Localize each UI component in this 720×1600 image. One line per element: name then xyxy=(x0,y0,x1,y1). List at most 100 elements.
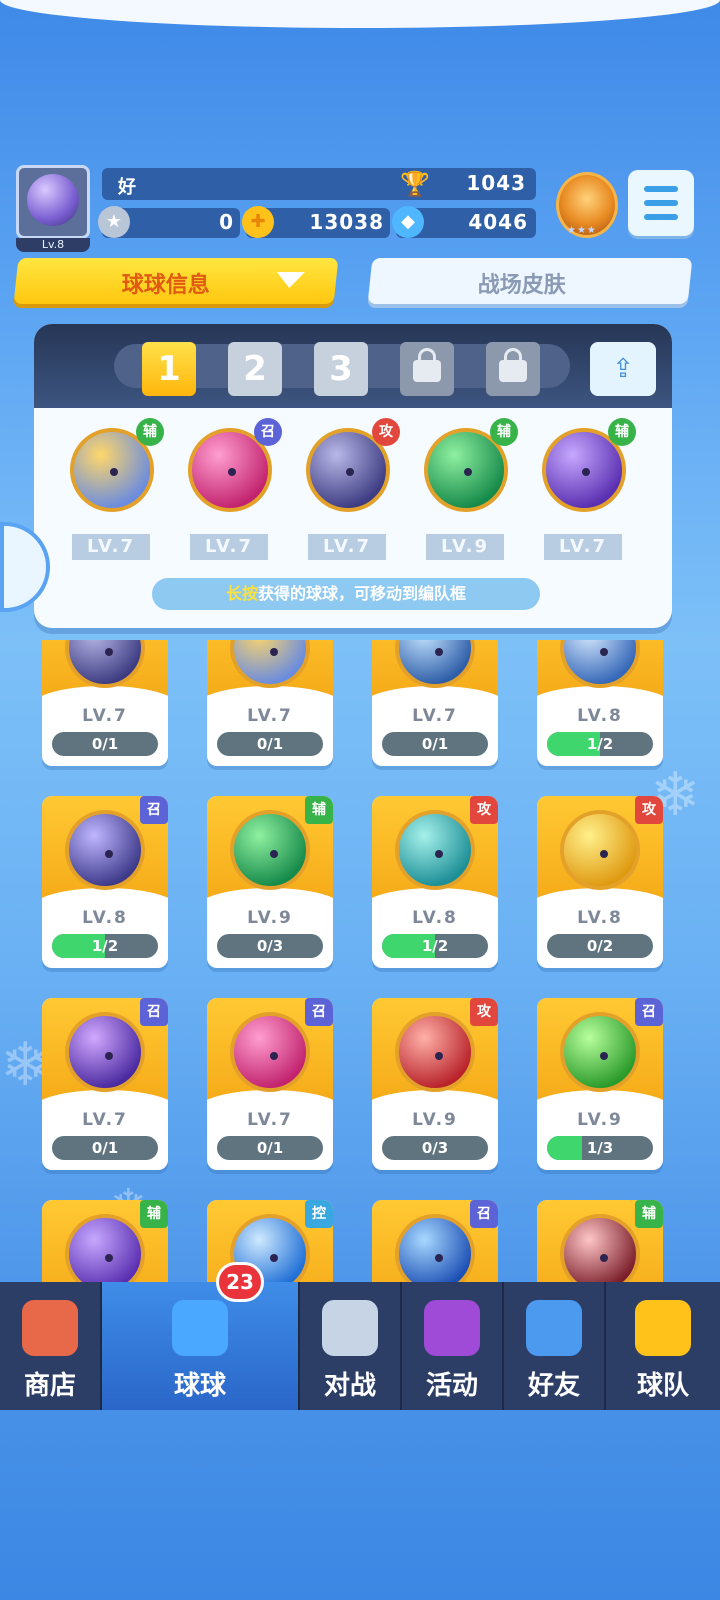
ball-type-badge: 辅 xyxy=(490,418,518,446)
team-slot-locked[interactable] xyxy=(400,342,454,396)
upgrade-progress-bar: 0/1 xyxy=(217,1136,323,1160)
team-panel: 1 2 3 ⇪ 辅 LV.7 召 LV.7 攻 LV.7 辅 LV.9 辅 LV.7 长按获得的球… xyxy=(34,324,672,628)
ball-type-badge: 攻 xyxy=(470,998,498,1026)
nav-swords[interactable]: 对战 xyxy=(300,1282,402,1410)
team-slot-3[interactable]: 3 xyxy=(314,342,368,396)
tab-ball-info-label: 球球信息 xyxy=(121,273,210,298)
team-slot-1[interactable]: 1 xyxy=(142,342,196,396)
team-slot-2[interactable]: 2 xyxy=(228,342,282,396)
tab-battle-skins[interactable]: 战场皮肤 xyxy=(367,258,693,304)
upgrade-progress-text: 0/1 xyxy=(256,735,284,753)
upgrade-progress-bar: 0/1 xyxy=(217,732,323,756)
ball-collection: LV.7 0/1 LV.7 0/1 LV.7 0/1 LV.8 1/2 召 LV.8 1/2 辅 LV.… xyxy=(0,640,720,1282)
coin-icon: ✚ xyxy=(242,206,274,238)
ball-card[interactable]: 辅 xyxy=(537,1200,663,1282)
ball-level-label: LV.8 xyxy=(82,908,128,928)
upgrade-progress-text: 0/1 xyxy=(91,735,119,753)
coin-count: 13038 xyxy=(309,210,384,234)
upgrade-progress-text: 1/2 xyxy=(586,735,614,753)
nav-friends[interactable]: 好友 xyxy=(504,1282,606,1410)
upgrade-progress-bar: 1/2 xyxy=(52,934,158,958)
upgrade-progress-bar: 0/1 xyxy=(52,732,158,756)
party-popper-icon xyxy=(424,1300,480,1356)
upgrade-progress-text: 1/2 xyxy=(91,937,119,955)
ball-level-label: LV.9 xyxy=(247,908,293,928)
ball-card[interactable]: 召 LV.7 0/1 xyxy=(207,998,333,1170)
ball-icon xyxy=(230,1012,310,1092)
ball-type-badge: 召 xyxy=(305,998,333,1026)
ball-level-label: LV.7 xyxy=(544,534,622,560)
nav-label: 球球 xyxy=(173,1371,226,1401)
ball-icon xyxy=(395,1012,475,1092)
star-currency[interactable]: ★ 0 xyxy=(98,206,240,238)
ball-type-badge: 召 xyxy=(635,998,663,1026)
ball-card[interactable]: LV.7 0/1 xyxy=(372,640,498,766)
upgrade-progress-text: 1/3 xyxy=(586,1139,614,1157)
ball-type-badge: 召 xyxy=(140,796,168,824)
upgrade-progress-text: 0/1 xyxy=(91,1139,119,1157)
upgrade-progress-text: 0/3 xyxy=(421,1139,449,1157)
upgrade-progress-bar: 0/3 xyxy=(382,1136,488,1160)
ball-card[interactable]: 攻 LV.9 0/3 xyxy=(372,998,498,1170)
ball-level-label: LV.9 xyxy=(577,1110,623,1130)
ball-card[interactable]: 攻 LV.8 0/2 xyxy=(537,796,663,968)
ball-card[interactable]: LV.7 0/1 xyxy=(42,640,168,766)
rank-badge-icon[interactable]: ★★★ xyxy=(556,172,618,238)
nav-balls[interactable]: 球球 xyxy=(102,1282,300,1410)
ball-type-badge: 攻 xyxy=(635,796,663,824)
ball-level-label: LV.9 xyxy=(412,1110,458,1130)
shop-icon xyxy=(22,1300,78,1356)
share-icon: ⇪ xyxy=(612,354,634,384)
nav-label: 球队 xyxy=(636,1371,689,1401)
ball-card[interactable]: 辅 LV.9 0/3 xyxy=(207,796,333,968)
ball-type-badge: 辅 xyxy=(635,1200,663,1228)
ball-card[interactable]: 召 LV.8 1/2 xyxy=(42,796,168,968)
gem-currency[interactable]: ◆ 4046 xyxy=(392,206,536,238)
coin-currency[interactable]: ✚ 13038 xyxy=(242,206,390,238)
ball-card[interactable]: LV.7 0/1 xyxy=(207,640,333,766)
upgrade-progress-bar: 1/2 xyxy=(382,934,488,958)
balls-icon xyxy=(172,1300,228,1356)
ball-type-badge: 召 xyxy=(254,418,282,446)
upgrade-progress-text: 0/3 xyxy=(256,937,284,955)
swords-icon xyxy=(322,1300,378,1356)
ball-card[interactable]: 辅 xyxy=(42,1200,168,1282)
ball-card[interactable]: 召 xyxy=(372,1200,498,1282)
nav-party-popper[interactable]: 活动 xyxy=(402,1282,504,1410)
hint-text: 长按获得的球球，可移动到编队框 xyxy=(152,578,540,610)
nav-label: 好友 xyxy=(527,1371,580,1401)
ball-level-label: LV.8 xyxy=(412,908,458,928)
ball-level-label: LV.9 xyxy=(426,534,504,560)
bottom-nav: 商店 球球 对战 活动 好友 球队 xyxy=(0,1282,720,1410)
menu-button[interactable] xyxy=(628,170,694,236)
upgrade-progress-text: 0/2 xyxy=(586,937,614,955)
ball-card[interactable]: 召 LV.7 0/1 xyxy=(42,998,168,1170)
ball-icon xyxy=(560,810,640,890)
player-name: 好 xyxy=(118,177,136,198)
team-slot-locked[interactable] xyxy=(486,342,540,396)
ball-icon xyxy=(560,1012,640,1092)
ball-level-label: LV.7 xyxy=(190,534,268,560)
whistle-icon xyxy=(635,1300,691,1356)
ball-type-badge: 攻 xyxy=(470,796,498,824)
team-panel-header: 1 2 3 ⇪ xyxy=(34,324,672,408)
share-button[interactable]: ⇪ xyxy=(590,342,656,396)
trophy-icon: 🏆 xyxy=(400,170,430,198)
player-avatar[interactable] xyxy=(16,165,90,239)
upgrade-progress-bar: 0/1 xyxy=(382,732,488,756)
ball-level-label: LV.7 xyxy=(247,706,293,726)
nav-whistle[interactable]: 球队 xyxy=(606,1282,720,1410)
star-count: 0 xyxy=(219,210,234,234)
ball-card[interactable]: 攻 LV.8 1/2 xyxy=(372,796,498,968)
ball-card[interactable]: 召 LV.9 1/3 xyxy=(537,998,663,1170)
diamond-icon: ◆ xyxy=(392,206,424,238)
lock-icon xyxy=(413,348,441,382)
ball-level-label: LV.7 xyxy=(308,534,386,560)
tab-ball-info[interactable]: 球球信息 xyxy=(13,258,339,304)
ball-type-badge: 召 xyxy=(470,1200,498,1228)
ball-type-badge: 辅 xyxy=(136,418,164,446)
ball-icon xyxy=(65,810,145,890)
ball-card[interactable]: LV.8 1/2 xyxy=(537,640,663,766)
upgrade-progress-bar: 0/2 xyxy=(547,934,653,958)
nav-shop[interactable]: 商店 xyxy=(0,1282,102,1410)
